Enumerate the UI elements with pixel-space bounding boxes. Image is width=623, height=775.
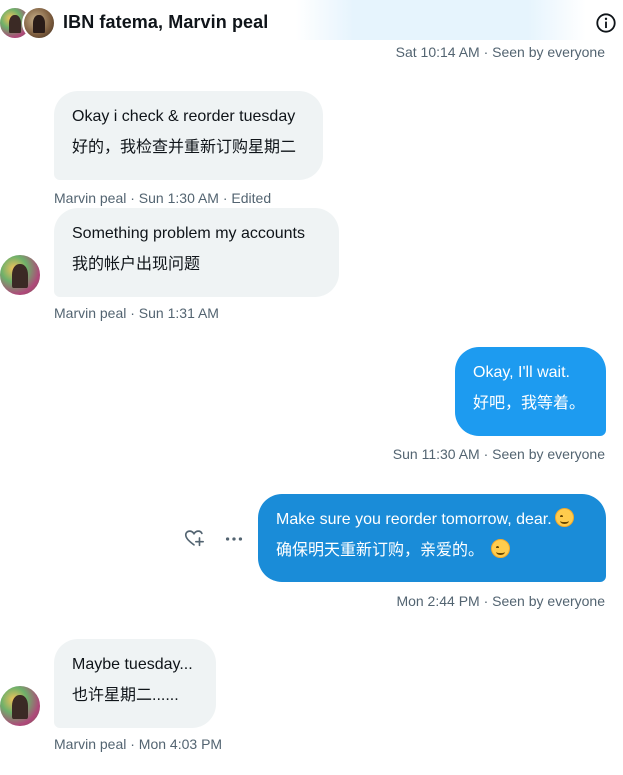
conversation-header: IBN fatema, Marvin peal (0, 0, 623, 46)
message-text: 好的，我检查并重新订购星期二 (72, 139, 297, 156)
message-text: Okay, I'll wait. (473, 364, 570, 381)
message-meta: Sat 10:14 AM · Seen by everyone (395, 44, 605, 60)
message-meta: Mon 2:44 PM · Seen by everyone (396, 593, 605, 609)
more-icon[interactable] (223, 528, 245, 550)
message-meta: Marvin peal · Sun 1:31 AM (54, 305, 219, 321)
message-meta: Marvin peal · Sun 1:30 AM · Edited (54, 190, 272, 206)
message-text: 我的帐户出现问题 (72, 256, 201, 273)
message-text: Something problem my accounts (72, 225, 305, 242)
message-text: Maybe tuesday... (72, 656, 193, 673)
conversation-title[interactable]: IBN fatema, Marvin peal (63, 12, 268, 33)
message-text: Make sure you reorder tomorrow, dear. (276, 511, 552, 528)
smiling-face-emoji-icon (491, 539, 511, 558)
message-text: 确保明天重新订购，亲爱的。 (276, 542, 485, 559)
message-meta: Marvin peal · Mon 4:03 PM (54, 736, 223, 752)
message-bubble-outgoing[interactable]: Okay, I'll wait. 好吧，我等着。 (455, 347, 606, 436)
message-text: Okay i check & reorder tuesday (72, 108, 296, 125)
heart-plus-icon[interactable] (183, 527, 205, 549)
message-meta: Sun 11:30 AM · Seen by everyone (392, 446, 605, 462)
participant-avatar-2[interactable] (22, 6, 56, 40)
sender-avatar[interactable] (0, 253, 42, 297)
smiling-face-emoji-icon (554, 508, 574, 527)
info-icon[interactable] (595, 12, 617, 34)
message-text: 也许星期二...... (72, 687, 179, 704)
sender-avatar[interactable] (0, 684, 42, 728)
message-text: 好吧，我等着。 (473, 395, 586, 412)
message-bubble-incoming[interactable]: Something problem my accounts 我的帐户出现问题 (54, 208, 339, 297)
message-bubble-incoming[interactable]: Maybe tuesday... 也许星期二...... (54, 639, 216, 728)
message-bubble-incoming[interactable]: Okay i check & reorder tuesday 好的，我检查并重新… (54, 91, 323, 180)
message-bubble-outgoing[interactable]: Make sure you reorder tomorrow, dear. 确保… (258, 494, 606, 582)
header-highlight (296, 0, 586, 40)
